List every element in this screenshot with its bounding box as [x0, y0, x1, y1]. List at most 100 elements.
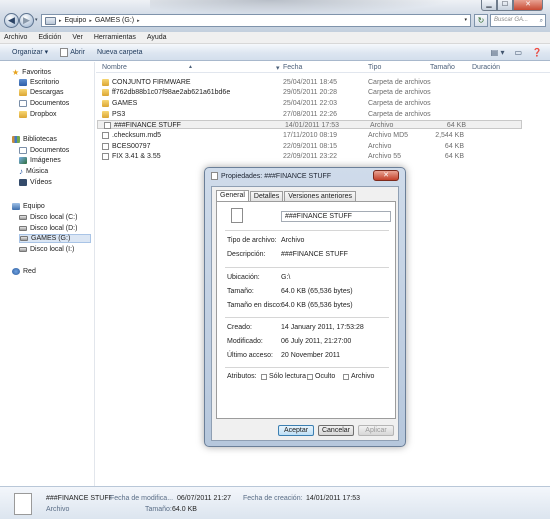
- preview-pane-icon[interactable]: ▭: [514, 48, 522, 57]
- nav-documentos-lib[interactable]: Documentos: [19, 146, 69, 155]
- help-icon[interactable]: ❓: [532, 48, 542, 57]
- file-row[interactable]: ff762db88b1c07f98ae2ab621a61bd6e 29/05/2…: [96, 88, 521, 97]
- address-dropdown-icon[interactable]: ▾: [464, 17, 467, 23]
- file-name: PS3: [112, 111, 126, 118]
- maximize-button[interactable]: ☐: [497, 0, 513, 11]
- search-icon[interactable]: ⌕: [540, 16, 543, 27]
- apply-button[interactable]: Aplicar: [358, 425, 394, 436]
- menu-ver[interactable]: Ver: [72, 34, 83, 41]
- file-name: GAMES: [112, 100, 138, 107]
- menu-edicion[interactable]: Edición: [38, 34, 61, 41]
- menu-archivo[interactable]: Archivo: [4, 34, 27, 41]
- file-type: Archivo MD5: [368, 132, 409, 139]
- nav-favorites[interactable]: ★ Favoritos: [12, 68, 51, 77]
- general-panel: ###FINANCE STUFF Tipo de archivo: Archiv…: [216, 201, 396, 419]
- folder-icon: [102, 79, 109, 86]
- tab-versiones-anteriores[interactable]: Versiones anteriores: [284, 191, 357, 201]
- readonly-checkbox[interactable]: Sólo lectura: [261, 373, 306, 380]
- nav-games-g[interactable]: GAMES (G:): [19, 234, 91, 243]
- breadcrumb-separator[interactable]: ▸: [59, 18, 62, 24]
- nav-descargas[interactable]: Descargas: [19, 88, 63, 97]
- size-on-disk-value: 64.0 KB (65,536 bytes): [281, 302, 353, 309]
- file-date: 17/11/2010 08:19: [283, 132, 337, 139]
- hidden-checkbox[interactable]: Oculto: [307, 373, 335, 380]
- created-label: Creado:: [227, 324, 252, 331]
- nav-label: Descargas: [30, 89, 64, 96]
- nav-label: Imágenes: [30, 157, 61, 164]
- menu-ayuda[interactable]: Ayuda: [147, 34, 167, 41]
- file-row[interactable]: BCES00797 22/09/2011 08:15 Archivo 64 KB: [96, 142, 521, 151]
- properties-dialog: Propiedades: ###FINANCE STUFF ✕ General …: [204, 167, 406, 447]
- ok-button[interactable]: Aceptar: [278, 425, 314, 436]
- checkbox-box[interactable]: [343, 373, 349, 380]
- file-name-input[interactable]: ###FINANCE STUFF: [281, 211, 391, 222]
- menu-herramientas[interactable]: Herramientas: [94, 34, 136, 41]
- breadcrumb-separator[interactable]: ▸: [137, 18, 140, 24]
- column-header-size[interactable]: Tamaño: [430, 64, 455, 71]
- nav-musica[interactable]: ♪ Música: [19, 167, 48, 176]
- open-button[interactable]: Abrir: [60, 47, 85, 57]
- file-date: 29/05/2011 20:28: [283, 89, 337, 96]
- nav-equipo[interactable]: Equipo: [12, 202, 45, 211]
- nav-label: Documentos: [30, 100, 70, 107]
- nav-label: GAMES (G:): [31, 235, 71, 242]
- nav-label: Dropbox: [30, 111, 57, 118]
- size-value: 64.0 KB (65,536 bytes): [281, 288, 353, 295]
- file-icon: [211, 172, 218, 180]
- search-input[interactable]: Buscar GA... ⌕: [490, 14, 546, 27]
- nav-escritorio[interactable]: Escritorio: [19, 78, 59, 87]
- checkbox-box[interactable]: [261, 373, 267, 380]
- close-button[interactable]: ✕: [513, 0, 543, 11]
- breadcrumb-separator[interactable]: ▸: [89, 18, 92, 24]
- file-row[interactable]: FIX 3.41 & 3.55 22/09/2011 23:22 Archivo…: [96, 152, 521, 161]
- column-header-date[interactable]: Fecha: [283, 64, 302, 71]
- details-file-name: ###FINANCE STUFF: [46, 495, 113, 502]
- cancel-button[interactable]: Cancelar: [318, 425, 354, 436]
- tab-general[interactable]: General: [216, 190, 249, 201]
- file-row[interactable]: GAMES 25/04/2011 22:03 Carpeta de archiv…: [96, 99, 521, 108]
- breadcrumb-games[interactable]: GAMES (G:): [95, 17, 134, 24]
- column-header-type[interactable]: Tipo: [368, 64, 381, 71]
- file-date: 22/09/2011 08:15: [283, 143, 337, 150]
- archive-checkbox[interactable]: Archivo: [343, 373, 374, 380]
- network-icon: [12, 268, 20, 275]
- modified-label: Modificado:: [227, 338, 263, 345]
- dialog-close-button[interactable]: ✕: [373, 170, 399, 181]
- file-row[interactable]: PS3 27/08/2011 22:26 Carpeta de archivos: [96, 110, 521, 119]
- column-header-duration[interactable]: Duración: [472, 64, 500, 71]
- organize-button[interactable]: Organizar ▾: [12, 48, 48, 56]
- nav-videos[interactable]: Vídeos: [19, 178, 52, 187]
- minimize-button[interactable]: ▁: [481, 0, 497, 11]
- nav-disco-d[interactable]: Disco local (D:): [19, 224, 77, 233]
- nav-red[interactable]: Red: [12, 267, 36, 276]
- drive-icon: [19, 215, 27, 220]
- forward-button[interactable]: ▶: [19, 13, 34, 28]
- file-type: Carpeta de archivos: [368, 79, 431, 86]
- nav-disco-i[interactable]: Disco local (I:): [19, 245, 74, 254]
- recent-pages-dropdown[interactable]: ▾: [35, 17, 38, 23]
- back-button[interactable]: ◀: [4, 13, 19, 28]
- change-view-icon[interactable]: ▤ ▾: [491, 48, 505, 57]
- file-row[interactable]: CONJUNTO FIRMWARE 25/04/2011 18:45 Carpe…: [96, 78, 521, 87]
- tab-detalles[interactable]: Detalles: [249, 191, 284, 201]
- nav-bibliotecas[interactable]: Bibliotecas: [12, 135, 57, 144]
- file-row[interactable]: .checksum.md5 17/11/2010 08:19 Archivo M…: [96, 131, 521, 140]
- column-header-name[interactable]: Nombre: [102, 64, 127, 71]
- nav-disco-c[interactable]: Disco local (C:): [19, 213, 77, 222]
- location-value: G:\: [281, 274, 291, 281]
- file-row-selected[interactable]: ###FINANCE STUFF 14/01/2011 17:53 Archiv…: [97, 120, 522, 129]
- address-bar[interactable]: ▸ Equipo ▸ GAMES (G:) ▸ ▾: [41, 14, 471, 27]
- search-placeholder: Buscar GA...: [494, 17, 529, 23]
- file-name: .checksum.md5: [112, 132, 162, 139]
- nav-imagenes[interactable]: Imágenes: [19, 156, 61, 165]
- dialog-title: Propiedades: ###FINANCE STUFF: [211, 172, 331, 180]
- breadcrumb-equipo[interactable]: Equipo: [65, 17, 87, 24]
- nav-dropbox[interactable]: Dropbox: [19, 110, 56, 119]
- nav-documentos-fav[interactable]: Documentos: [19, 99, 69, 108]
- drive-icon: [20, 236, 28, 241]
- checkbox-label: Oculto: [315, 373, 336, 380]
- new-folder-button[interactable]: Nueva carpeta: [97, 49, 143, 56]
- column-date-dropdown-icon[interactable]: ▾: [276, 64, 280, 72]
- checkbox-box[interactable]: [307, 373, 313, 380]
- refresh-button[interactable]: ↻: [474, 14, 488, 27]
